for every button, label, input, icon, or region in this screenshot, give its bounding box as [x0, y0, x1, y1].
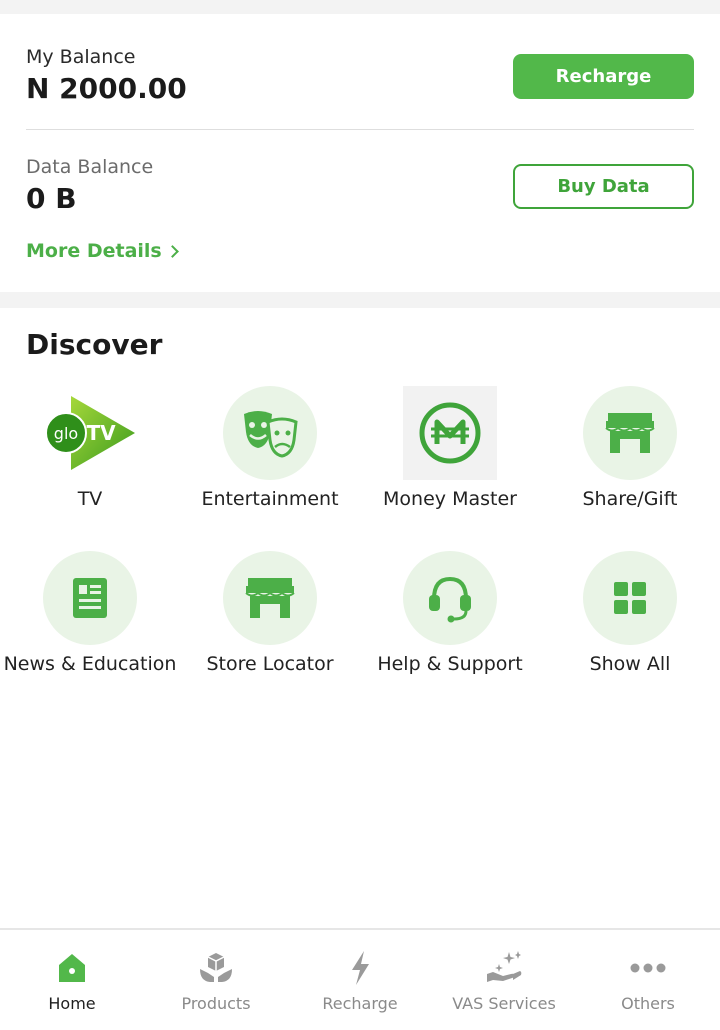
- discover-item-label: Help & Support: [377, 653, 523, 675]
- bottom-nav: Home Products Recharge VAS Services Othe…: [0, 928, 720, 1030]
- icon-circle: [583, 386, 677, 480]
- balance-card: My Balance N 2000.00 Recharge Data Balan…: [0, 14, 720, 292]
- discover-item-label: Store Locator: [206, 653, 334, 675]
- section-divider: [0, 292, 720, 308]
- hand-sparkle-icon: [484, 948, 524, 988]
- icon-circle: [403, 551, 497, 645]
- nav-label: VAS Services: [452, 994, 556, 1013]
- store-icon: [245, 578, 295, 618]
- discover-item-entertainment[interactable]: Entertainment: [180, 386, 360, 536]
- home-icon: [52, 948, 92, 988]
- discover-item-help-support[interactable]: Help & Support: [360, 551, 540, 701]
- news-icon: [73, 578, 107, 618]
- discover-item-label: Share/Gift: [582, 488, 678, 510]
- chevron-right-icon: [165, 245, 179, 258]
- discover-item-tv[interactable]: glo TV TV: [0, 386, 180, 536]
- tv-logo-glo-text: glo: [54, 424, 78, 443]
- discover-item-label: News & Education: [3, 653, 177, 675]
- discover-item-share-gift[interactable]: Share/Gift: [540, 386, 720, 536]
- money-master-icon: [419, 402, 481, 464]
- my-balance-label: My Balance: [26, 46, 136, 68]
- nav-label: Others: [621, 994, 675, 1013]
- divider: [26, 129, 694, 130]
- storefront-icon: [605, 413, 655, 453]
- nav-others[interactable]: Others: [576, 930, 720, 1030]
- discover-item-label: Show All: [589, 653, 671, 675]
- tv-logo-tv-text: TV: [86, 421, 116, 445]
- icon-circle: [583, 551, 677, 645]
- more-details-link[interactable]: More Details: [26, 240, 179, 262]
- discover-item-show-all[interactable]: Show All: [540, 551, 720, 701]
- nav-vas-services[interactable]: VAS Services: [432, 930, 576, 1030]
- more-dots-icon: [628, 948, 668, 988]
- nav-products[interactable]: Products: [144, 930, 288, 1030]
- discover-item-store-locator[interactable]: Store Locator: [180, 551, 360, 701]
- data-balance-value: 0 B: [26, 182, 77, 215]
- discover-item-label: Entertainment: [201, 488, 339, 510]
- more-details-label: More Details: [26, 240, 162, 262]
- icon-circle: [43, 551, 137, 645]
- nav-label: Home: [48, 994, 96, 1013]
- data-balance-label: Data Balance: [26, 156, 154, 178]
- headset-icon: [429, 576, 471, 623]
- lightning-icon: [340, 948, 380, 988]
- nav-label: Recharge: [322, 994, 398, 1013]
- nav-recharge[interactable]: Recharge: [288, 930, 432, 1030]
- products-icon: [196, 948, 236, 988]
- icon-circle: [223, 386, 317, 480]
- discover-item-news-education[interactable]: News & Education: [0, 551, 180, 701]
- glo-tv-logo: glo TV: [43, 386, 137, 480]
- discover-item-money-master[interactable]: Money Master: [360, 386, 540, 536]
- my-balance-value: N 2000.00: [26, 72, 187, 105]
- recharge-button[interactable]: Recharge: [513, 54, 694, 99]
- discover-title: Discover: [26, 328, 163, 361]
- buy-data-button[interactable]: Buy Data: [513, 164, 694, 209]
- discover-item-label: TV: [77, 488, 103, 510]
- nav-home[interactable]: Home: [0, 930, 144, 1030]
- top-strip: [0, 0, 720, 14]
- discover-item-label: Money Master: [383, 488, 517, 510]
- theater-masks-icon: [244, 411, 298, 458]
- nav-label: Products: [181, 994, 251, 1013]
- grid-icon: [614, 582, 646, 614]
- icon-square: [403, 386, 497, 480]
- icon-circle: [223, 551, 317, 645]
